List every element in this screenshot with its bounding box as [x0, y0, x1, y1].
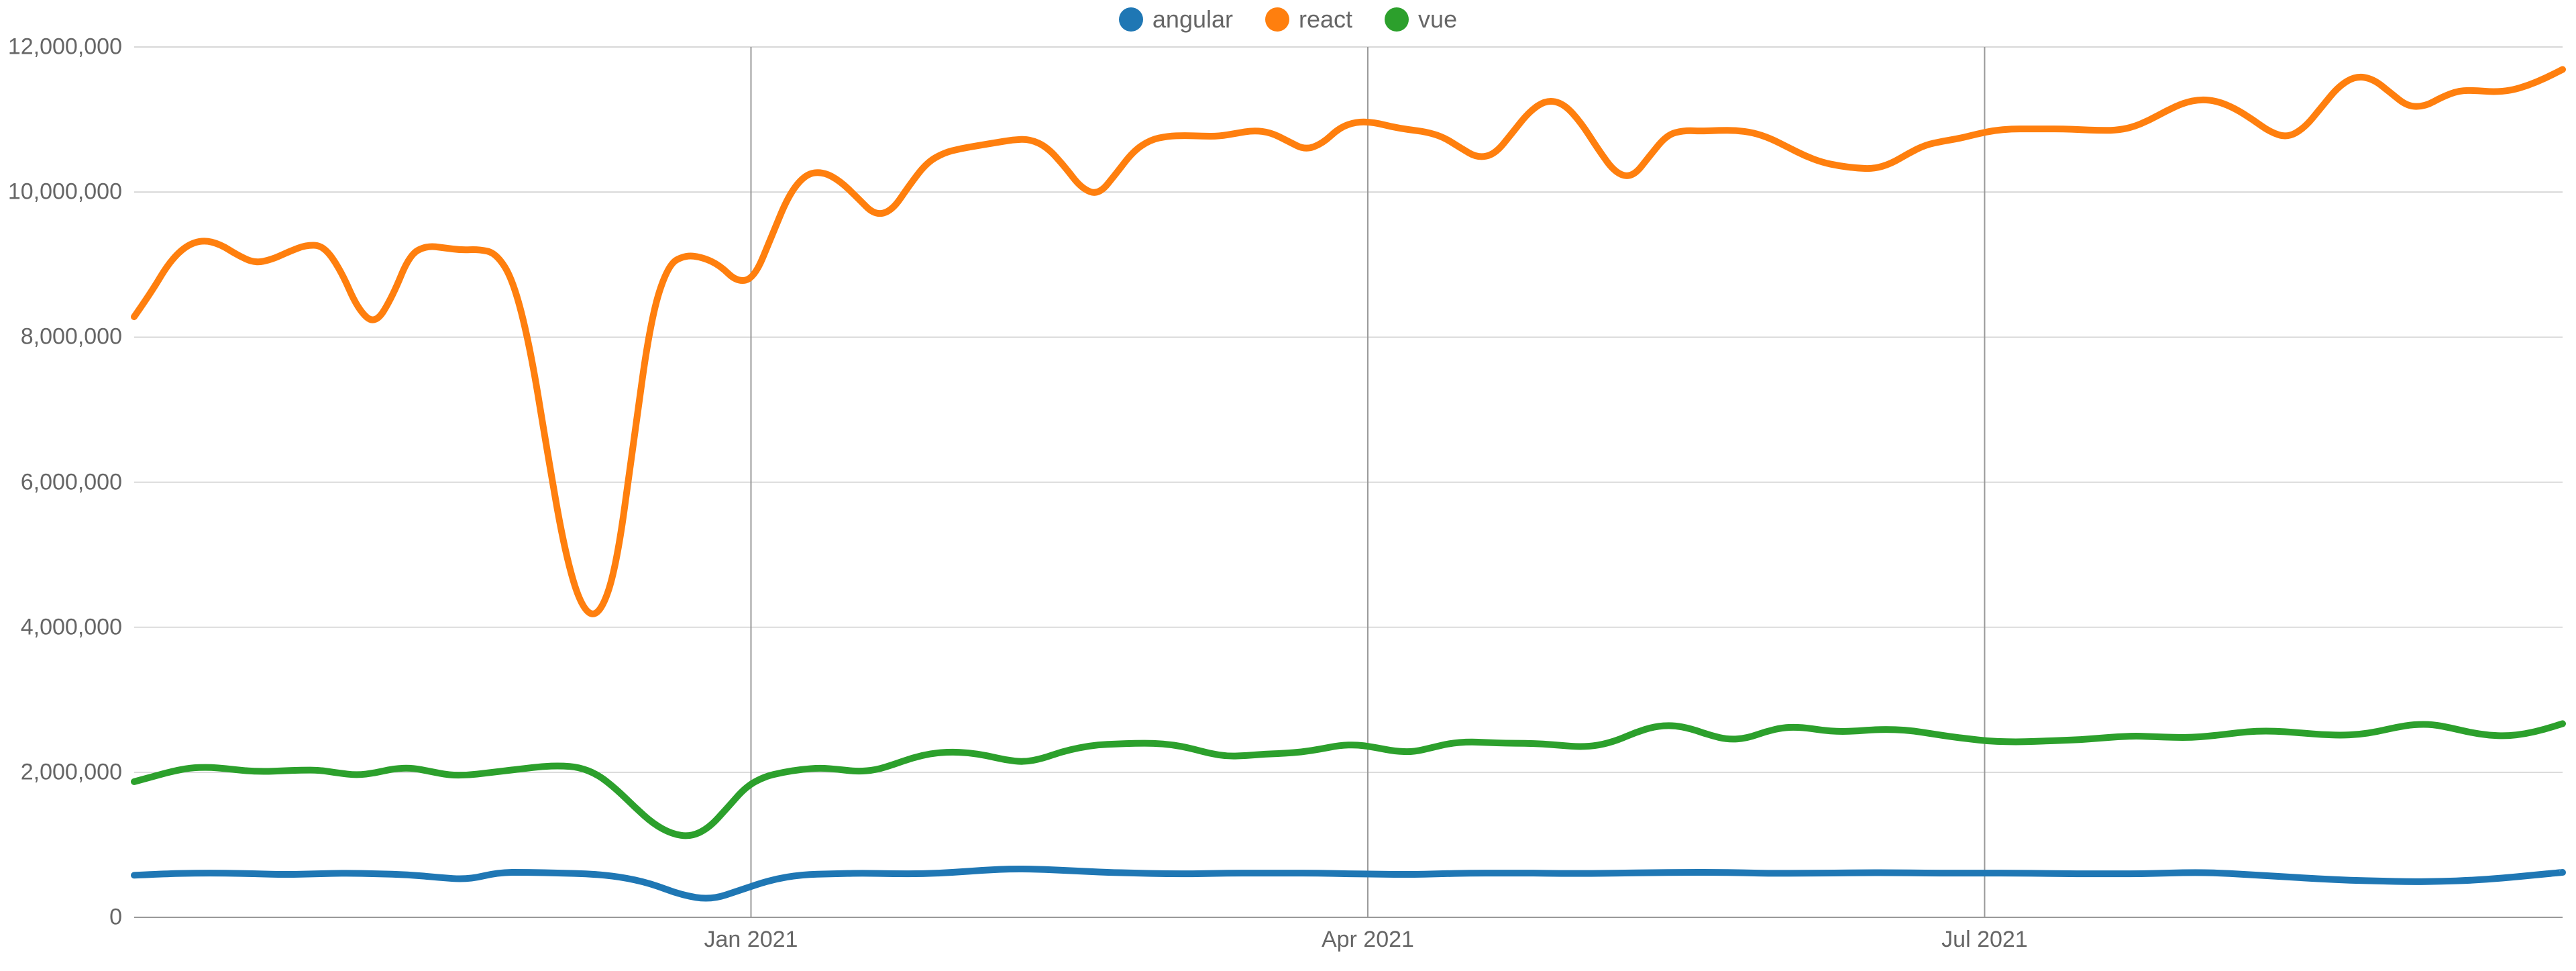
x-tick-label: Jul 2021	[1941, 927, 2028, 953]
y-tick-label: 12,000,000	[8, 34, 122, 60]
y-tick-label: 8,000,000	[21, 324, 122, 350]
y-tick-label: 6,000,000	[21, 469, 122, 495]
legend-item-vue[interactable]: vue	[1385, 5, 1457, 34]
series-react[interactable]	[134, 70, 2563, 614]
series-angular[interactable]	[134, 869, 2563, 899]
legend-label: angular	[1152, 5, 1233, 34]
legend-label: react	[1299, 5, 1352, 34]
downloads-chart: angular react vue 02,000,0004,000,0006,0…	[0, 0, 2576, 971]
y-tick-label: 2,000,000	[21, 759, 122, 785]
legend-item-angular[interactable]: angular	[1119, 5, 1233, 34]
x-tick-label: Jan 2021	[704, 927, 798, 953]
x-tick-label: Apr 2021	[1322, 927, 1414, 953]
legend-swatch-react	[1265, 7, 1289, 32]
y-tick-label: 4,000,000	[21, 614, 122, 640]
chart-legend: angular react vue	[0, 5, 2576, 34]
legend-label: vue	[1418, 5, 1457, 34]
y-tick-label: 0	[109, 905, 122, 931]
y-tick-label: 10,000,000	[8, 179, 122, 205]
plot-area: 02,000,0004,000,0006,000,0008,000,00010,…	[134, 47, 2563, 917]
chart-lines	[134, 47, 2563, 917]
series-vue[interactable]	[134, 723, 2563, 835]
legend-swatch-angular	[1119, 7, 1143, 32]
legend-swatch-vue	[1385, 7, 1409, 32]
legend-item-react[interactable]: react	[1265, 5, 1352, 34]
